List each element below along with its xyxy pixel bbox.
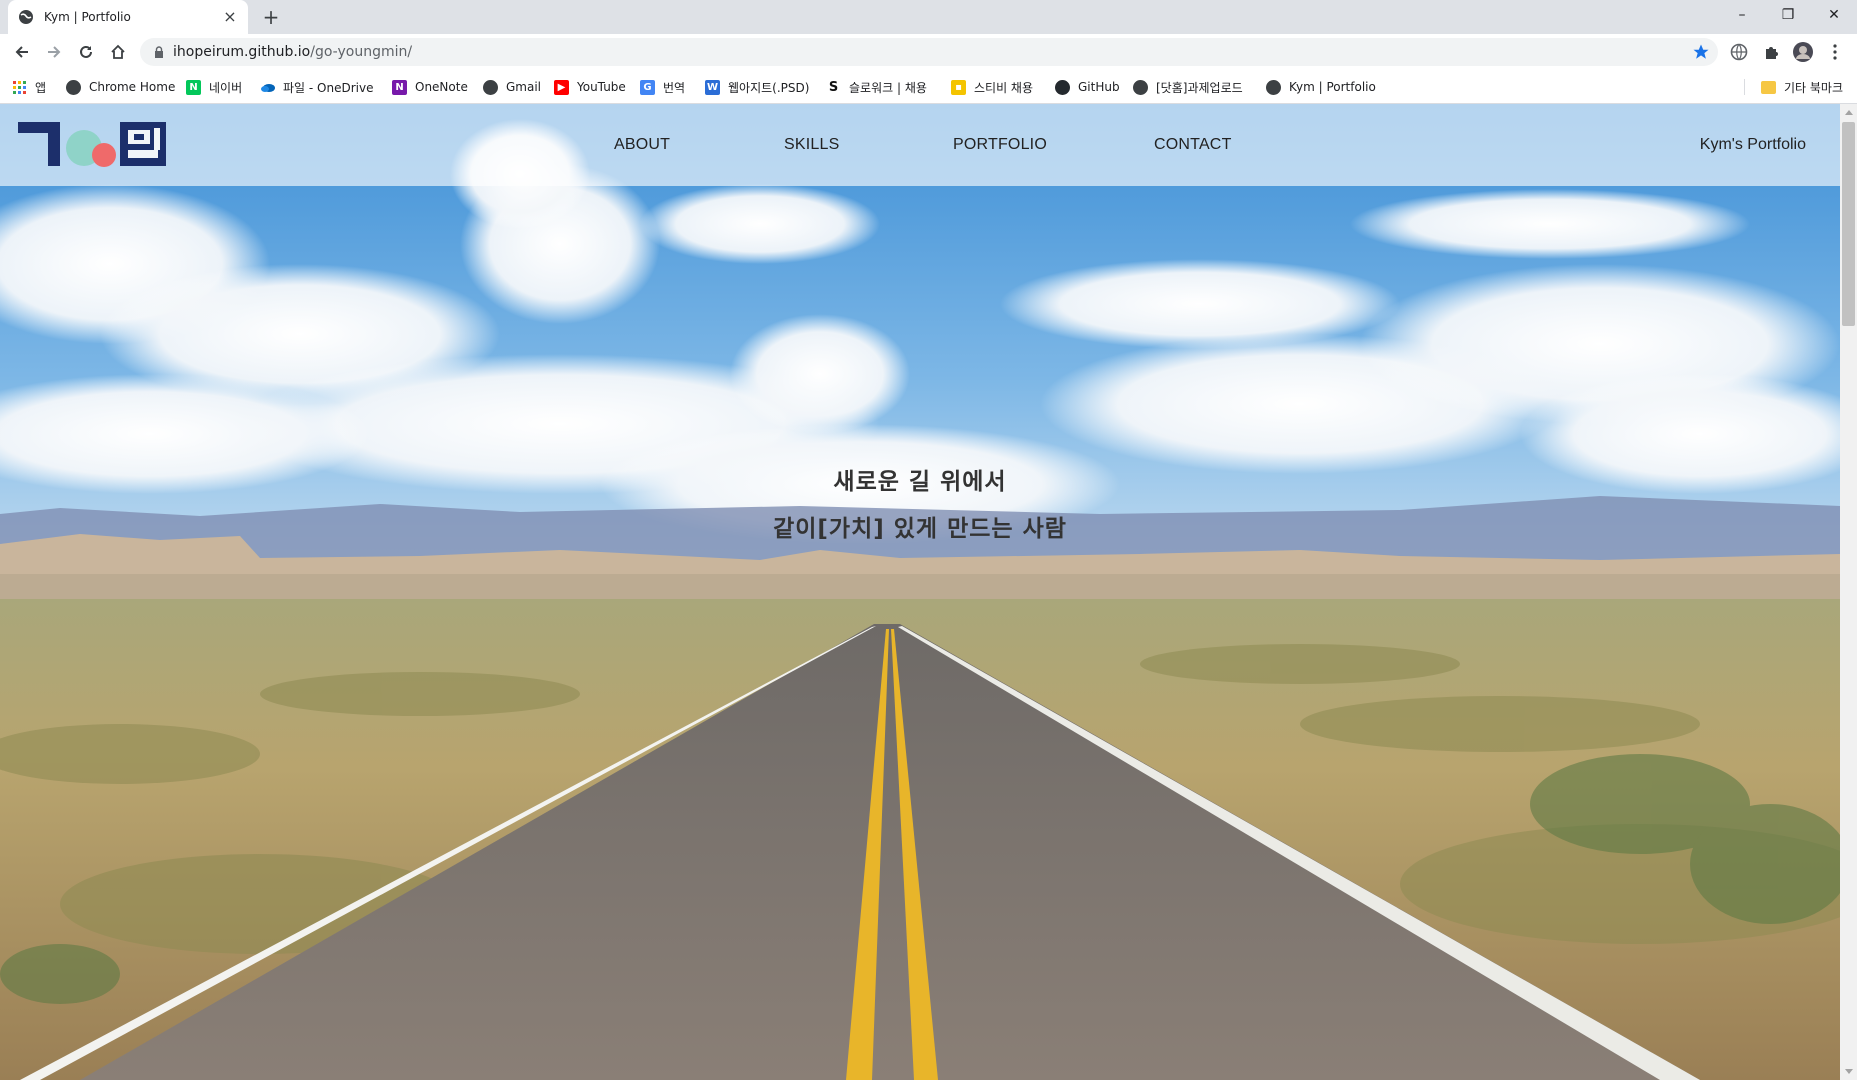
github-icon — [1055, 79, 1070, 95]
scrollbar-thumb[interactable] — [1842, 122, 1855, 326]
hero-line-1: 새로운 길 위에서 — [833, 469, 1007, 495]
forward-button[interactable] — [42, 40, 66, 64]
globe-icon — [483, 79, 498, 95]
bookmark-label: YouTube — [577, 80, 626, 94]
site-brand-title[interactable]: Kym's Portfolio — [1700, 104, 1806, 186]
bookmark-star-icon[interactable] — [1692, 43, 1710, 61]
bookmark-label: 스티비 채용 — [974, 80, 1034, 95]
bookmark-item[interactable]: ▪ 스티비 채용 — [951, 78, 1033, 96]
url-path: /go-youngmin/ — [310, 44, 413, 60]
bookmarks-separator — [1744, 79, 1745, 95]
reload-button[interactable] — [74, 40, 98, 64]
bookmark-label: GitHub — [1078, 80, 1120, 94]
kebab-menu-icon — [1833, 44, 1837, 60]
address-bar[interactable]: ihopeirum.github.io/go-youngmin/ — [140, 38, 1718, 66]
bookmark-item[interactable]: [닷홈]과제업로드 — [1133, 78, 1243, 96]
youtube-icon: ▶ — [554, 79, 569, 95]
arrow-right-icon — [48, 46, 61, 58]
bookmark-label: 앱 — [35, 80, 47, 95]
bookmark-item[interactable]: Gmail — [483, 78, 541, 96]
profile-avatar[interactable] — [1793, 42, 1813, 62]
hero-tagline: 새로운 길 위에서 같이[가치] 있게 만드는 사람 — [0, 459, 1840, 553]
bookmark-item[interactable]: S 슬로워크 | 채용 — [826, 78, 927, 96]
bookmark-item[interactable]: W 웹아지트(.PSD) — [705, 78, 809, 96]
url-host: ihopeirum.github.io — [173, 44, 311, 60]
reload-icon — [80, 45, 92, 58]
onedrive-cloud-icon — [260, 80, 275, 95]
extensions-menu-button[interactable] — [1762, 42, 1782, 62]
puzzle-icon — [1766, 47, 1778, 59]
globe-icon — [1730, 43, 1748, 61]
arrow-left-icon — [15, 46, 28, 58]
bookmark-other-folder[interactable]: 기타 북마크 — [1760, 78, 1843, 96]
bookmark-label: 번역 — [663, 80, 686, 95]
bookmark-item[interactable]: G 번역 — [640, 78, 685, 96]
bookmark-label: OneNote — [415, 80, 468, 94]
bookmarks-bar: 앱 Chrome Home N 네이버 파일 - OneDrive N OneNote Gma… — [0, 70, 1857, 104]
browser-tab-strip: Kym | Portfolio × + – ❐ ✕ — [0, 0, 1857, 34]
tab-title: Kym | Portfolio — [44, 10, 131, 24]
bookmark-label: 슬로워크 | 채용 — [849, 80, 927, 95]
hero-line-2: 같이[가치] 있게 만드는 사람 — [773, 516, 1067, 542]
translate-icon: G — [640, 79, 655, 95]
page-viewport: ABOUT SKILLS PORTFOLIO CONTACT Kym's Por… — [0, 104, 1840, 1080]
extension-button[interactable] — [1729, 42, 1749, 62]
bookmark-item[interactable]: N OneNote — [392, 78, 468, 96]
bookmark-item[interactable]: Chrome Home — [66, 78, 175, 96]
bookmark-label: 웹아지트(.PSD) — [728, 80, 810, 95]
globe-icon — [66, 79, 81, 95]
site-header: ABOUT SKILLS PORTFOLIO CONTACT Kym's Por… — [0, 104, 1840, 186]
bookmark-item[interactable]: Kym | Portfolio — [1266, 78, 1376, 96]
bookmark-label: 네이버 — [209, 80, 243, 95]
lock-icon — [155, 46, 163, 58]
bookmark-label: Kym | Portfolio — [1289, 80, 1376, 94]
bookmark-label: 파일 - OneDrive — [283, 80, 374, 95]
bookmark-item[interactable]: 파일 - OneDrive — [260, 78, 373, 96]
onenote-icon: N — [392, 79, 407, 95]
scroll-up-arrow-icon[interactable] — [1840, 104, 1857, 121]
bookmark-label: [닷홈]과제업로드 — [1156, 80, 1243, 95]
window-restore-button[interactable]: ❐ — [1765, 0, 1811, 30]
nav-skills[interactable]: SKILLS — [784, 104, 839, 186]
avatar-icon — [1793, 42, 1813, 62]
bookmark-item[interactable]: 앱 — [12, 78, 46, 96]
bookmark-label: 기타 북마크 — [1783, 80, 1843, 95]
tab-close-icon[interactable]: × — [222, 9, 238, 25]
globe-icon — [19, 10, 33, 24]
nav-about[interactable]: ABOUT — [614, 104, 670, 186]
apps-grid-icon — [12, 80, 27, 95]
slowalk-icon: S — [828, 79, 839, 95]
home-button[interactable] — [106, 40, 130, 64]
bookmark-label: Chrome Home — [89, 80, 176, 94]
url-text: ihopeirum.github.io/go-youngmin/ — [173, 44, 412, 60]
scroll-down-arrow-icon[interactable] — [1840, 1063, 1857, 1080]
home-icon — [111, 44, 125, 59]
stibee-icon: ▪ — [951, 79, 966, 95]
bookmark-item[interactable]: N 네이버 — [186, 78, 242, 96]
window-minimize-button[interactable]: – — [1719, 0, 1765, 30]
back-button[interactable] — [10, 40, 34, 64]
window-close-button[interactable]: ✕ — [1811, 0, 1857, 30]
globe-icon — [1266, 79, 1281, 95]
nav-portfolio[interactable]: PORTFOLIO — [953, 104, 1047, 186]
browser-tab[interactable]: Kym | Portfolio × — [8, 0, 248, 34]
hero-background-road-photo — [0, 104, 1840, 1080]
page-scrollbar[interactable] — [1840, 104, 1857, 1080]
globe-icon — [1133, 79, 1148, 95]
browser-toolbar: ihopeirum.github.io/go-youngmin/ — [0, 34, 1857, 70]
bookmark-item[interactable]: ▶ YouTube — [554, 78, 626, 96]
webagit-icon: W — [705, 79, 720, 95]
nav-contact[interactable]: CONTACT — [1154, 104, 1232, 186]
new-tab-button[interactable]: + — [260, 6, 282, 28]
bookmark-item[interactable]: GitHub — [1055, 78, 1120, 96]
bookmark-label: Gmail — [506, 80, 542, 94]
browser-menu-button[interactable] — [1825, 42, 1845, 62]
site-logo[interactable] — [16, 118, 168, 170]
naver-icon: N — [186, 79, 201, 95]
folder-icon — [1760, 80, 1776, 94]
